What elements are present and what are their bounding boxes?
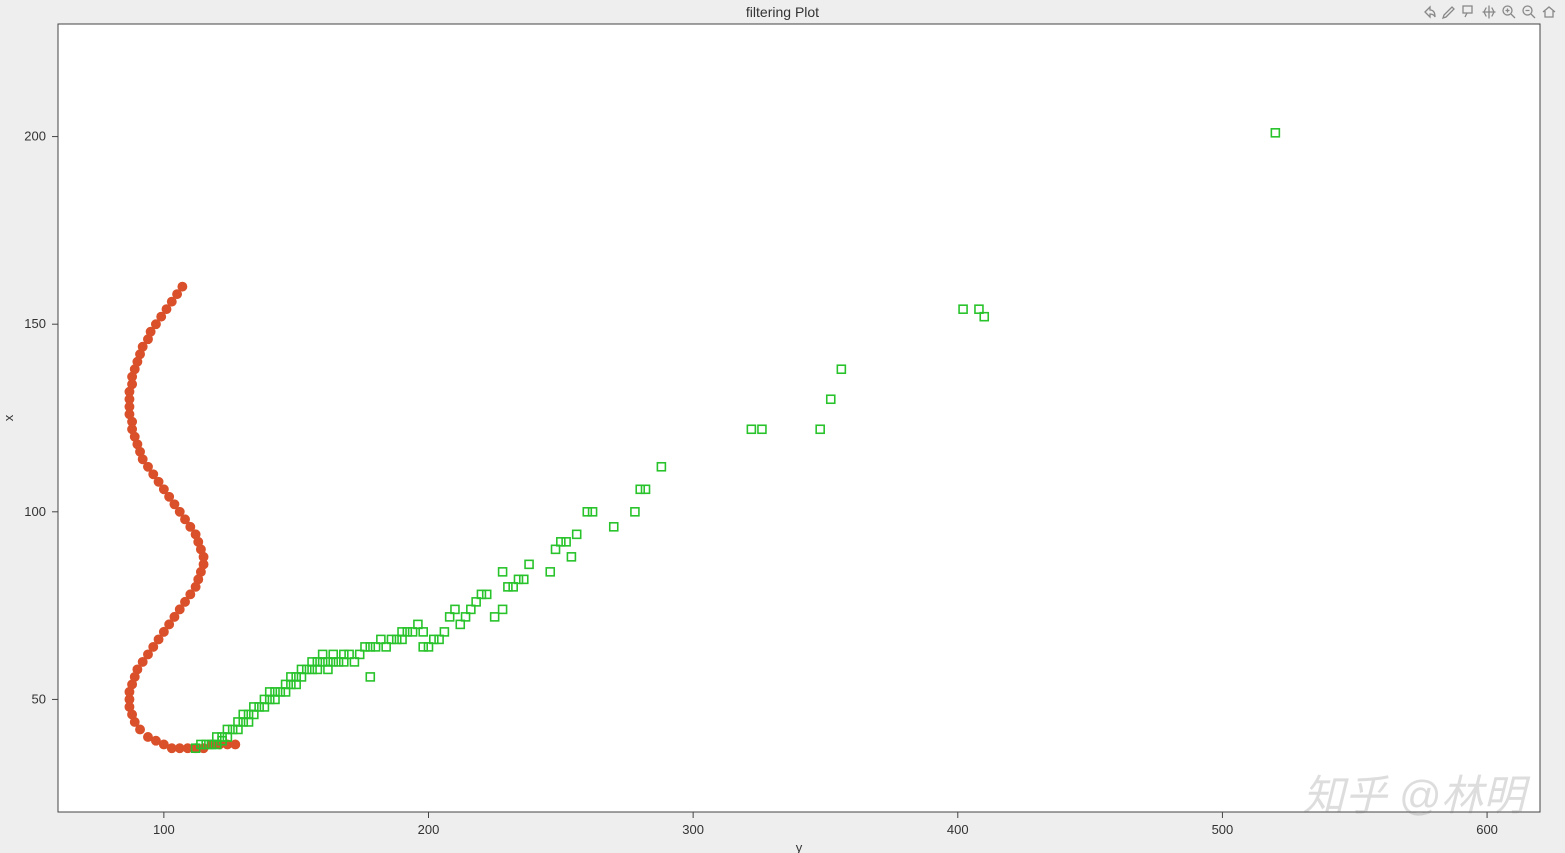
x-tick-label: 300	[682, 822, 704, 837]
marker-orange	[168, 744, 176, 752]
y-tick-label: 50	[32, 691, 46, 706]
marker-orange	[136, 725, 144, 733]
marker-orange	[178, 282, 186, 290]
marker-orange	[173, 290, 181, 298]
x-tick-label: 400	[947, 822, 969, 837]
marker-orange	[181, 598, 189, 606]
marker-orange	[186, 523, 194, 531]
x-tick-label: 500	[1212, 822, 1234, 837]
marker-orange	[144, 650, 152, 658]
marker-orange	[157, 312, 165, 320]
marker-orange	[176, 508, 184, 516]
marker-orange	[165, 620, 173, 628]
marker-orange	[154, 478, 162, 486]
y-axis-label: x	[1, 414, 16, 421]
marker-orange	[138, 658, 146, 666]
x-tick-label: 600	[1476, 822, 1498, 837]
marker-orange	[154, 635, 162, 643]
x-axis-label: y	[796, 840, 803, 853]
marker-orange	[152, 320, 160, 328]
y-tick-label: 100	[24, 504, 46, 519]
x-tick-label: 200	[418, 822, 440, 837]
marker-orange	[186, 590, 194, 598]
marker-orange	[131, 718, 139, 726]
marker-orange	[149, 470, 157, 478]
y-tick-label: 200	[24, 129, 46, 144]
marker-orange	[231, 740, 239, 748]
marker-orange	[149, 643, 157, 651]
marker-orange	[138, 455, 146, 463]
plot-area[interactable]	[58, 24, 1540, 812]
marker-orange	[170, 613, 178, 621]
marker-orange	[144, 733, 152, 741]
marker-orange	[191, 583, 199, 591]
y-tick-label: 150	[24, 316, 46, 331]
marker-orange	[144, 463, 152, 471]
marker-orange	[183, 744, 191, 752]
marker-orange	[170, 500, 178, 508]
chart-canvas[interactable]: 100 200 300 400 500 600 50 100 150 200 y x	[0, 0, 1565, 853]
marker-orange	[165, 493, 173, 501]
marker-orange	[181, 515, 189, 523]
marker-orange	[176, 744, 184, 752]
marker-orange	[168, 297, 176, 305]
marker-orange	[162, 305, 170, 313]
marker-orange	[160, 628, 168, 636]
marker-orange	[160, 740, 168, 748]
marker-orange	[152, 737, 160, 745]
marker-orange	[144, 335, 152, 343]
marker-orange	[176, 605, 184, 613]
marker-orange	[160, 485, 168, 493]
x-tick-label: 100	[153, 822, 175, 837]
